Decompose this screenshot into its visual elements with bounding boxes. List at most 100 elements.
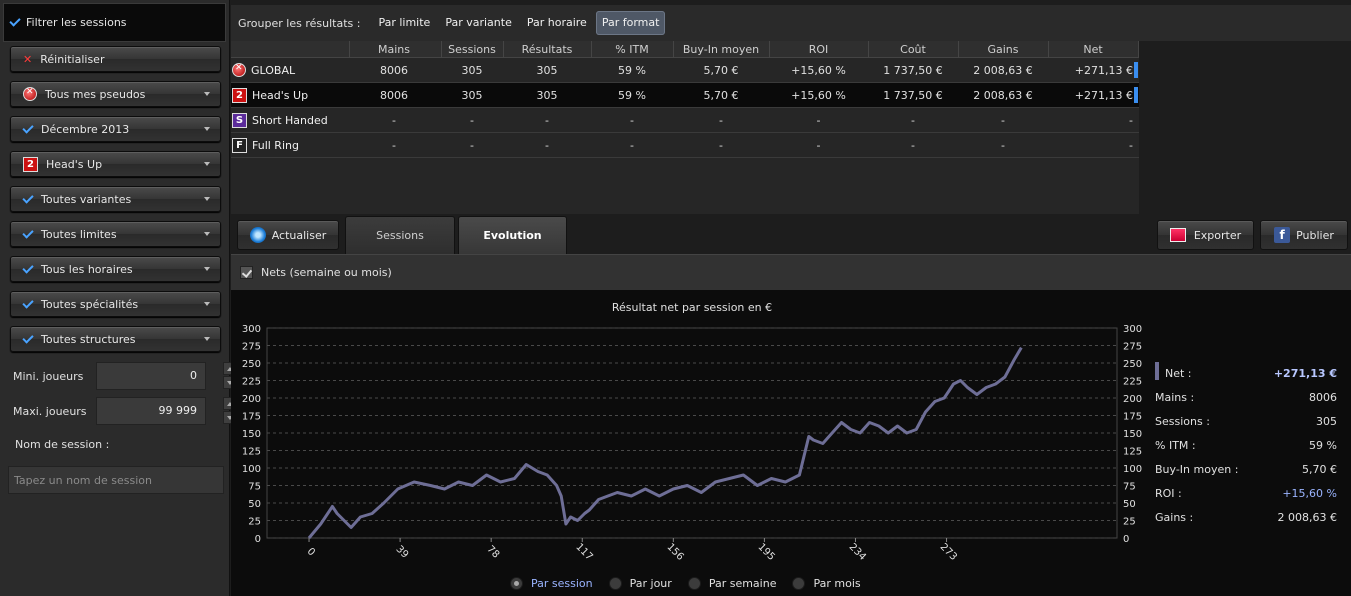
min-players-input[interactable]: 0: [96, 362, 206, 390]
stat-value: 59 %: [1309, 439, 1337, 452]
chevron-down-icon: [204, 267, 210, 271]
y-tick-label-left: 300: [242, 324, 261, 335]
min-players-row: Mini. joueurs 0: [10, 362, 235, 390]
view-option-radio[interactable]: Par semaine: [687, 577, 776, 590]
table-cell: 59 %: [618, 63, 646, 77]
x-tick-label: 156: [664, 542, 685, 563]
nets-checkbox[interactable]: [240, 266, 253, 279]
y-tick-label-right: 300: [1123, 324, 1142, 335]
max-players-input[interactable]: 99 999: [96, 397, 206, 425]
y-tick-label-right: 75: [1123, 482, 1136, 493]
column-header[interactable]: % ITM: [591, 43, 673, 56]
table-cell: -: [545, 138, 549, 152]
view-option-label: Par mois: [813, 577, 861, 590]
column-header[interactable]: Résultats: [503, 43, 591, 56]
variants-dropdown[interactable]: Toutes variantes: [10, 186, 221, 212]
table-cell: +15,60 %: [791, 88, 846, 102]
column-header[interactable]: Buy-In moyen: [673, 43, 769, 56]
structures-dropdown[interactable]: Toutes structures: [10, 326, 221, 352]
stat-label: ROI :: [1155, 487, 1182, 500]
table-cell: -: [911, 113, 915, 127]
table-row[interactable]: F Full Ring - - - - - - - - -: [231, 133, 1139, 158]
group-by-format-button[interactable]: Par format: [595, 11, 666, 35]
stat-label: Mains :: [1155, 391, 1195, 404]
view-option-radio[interactable]: Par session: [510, 577, 593, 590]
filter-sidebar: Filtrer les sessions ✕ Réinitialiser Tou…: [0, 0, 235, 596]
specialties-dropdown[interactable]: Toutes spécialités: [10, 291, 221, 317]
stat-value: 8006: [1309, 391, 1337, 404]
column-header[interactable]: Coût: [868, 43, 958, 56]
group-by-schedule-button[interactable]: Par horaire: [521, 11, 593, 35]
refresh-button[interactable]: Actualiser: [237, 220, 339, 250]
format-name: GLOBAL: [251, 63, 296, 77]
column-header[interactable]: Mains: [349, 43, 439, 56]
y-tick-label-left: 0: [255, 534, 261, 545]
stat-row: Net : +271,13 €: [1155, 362, 1337, 386]
tab-evolution[interactable]: Evolution: [458, 216, 567, 254]
stat-value: +271,13 €: [1273, 367, 1337, 380]
y-tick-label-right: 150: [1123, 429, 1142, 440]
schedules-dropdown[interactable]: Tous les horaires: [10, 256, 221, 282]
y-tick-label-left: 100: [242, 464, 261, 475]
format-name: Full Ring: [252, 138, 299, 152]
chevron-down-icon: [204, 302, 210, 306]
column-header[interactable]: Sessions: [441, 43, 503, 56]
table-cell: -: [392, 113, 396, 127]
column-header[interactable]: ROI: [769, 43, 868, 56]
table-row[interactable]: 2 Head's Up 8006 305 305 59 % 5,70 € +15,60 % 1 …: [231, 83, 1139, 108]
player-icon: [23, 87, 37, 101]
view-mode-options: Par session Par jour Par semaine Par mois: [510, 577, 877, 590]
table-cell: 8006: [380, 63, 408, 77]
row-net-indicator: [1134, 62, 1138, 78]
y-tick-label-right: 100: [1123, 464, 1142, 475]
x-tick-label: 0: [305, 546, 317, 558]
x-icon: ✕: [23, 52, 33, 66]
row-net-indicator: [1134, 87, 1138, 103]
group-by-limit-button[interactable]: Par limite: [372, 11, 436, 35]
stat-label: % ITM :: [1155, 439, 1196, 452]
filter-sessions-toggle[interactable]: Filtrer les sessions: [3, 3, 226, 42]
chevron-down-icon: [204, 232, 210, 236]
stat-row: Sessions : 305: [1155, 410, 1337, 434]
group-by-variant-button[interactable]: Par variante: [439, 11, 518, 35]
table-row[interactable]: GLOBAL 8006 305 305 59 % 5,70 € +15,60 % 1 737,…: [231, 58, 1139, 83]
x-tick-label: 39: [393, 544, 410, 561]
view-option-radio[interactable]: Par jour: [608, 577, 672, 590]
table-row[interactable]: S Short Handed - - - - - - - - -: [231, 108, 1139, 133]
y-tick-label-left: 275: [242, 342, 261, 353]
table-cell: 2 008,63 €: [973, 88, 1033, 102]
view-option-radio[interactable]: Par mois: [792, 577, 861, 590]
y-tick-label-right: 275: [1123, 342, 1142, 353]
table-cell: -: [719, 138, 723, 152]
table-cell: 5,70 €: [703, 88, 739, 102]
format-dropdown[interactable]: 2 Head's Up: [10, 151, 221, 177]
table-cell: -: [630, 113, 634, 127]
reset-button[interactable]: ✕ Réinitialiser: [10, 46, 221, 72]
radio-icon: [510, 577, 523, 590]
view-option-label: Par jour: [629, 577, 672, 590]
tab-sessions[interactable]: Sessions: [345, 216, 455, 254]
table-cell: +271,13 €: [1074, 88, 1133, 102]
column-header[interactable]: Net: [1048, 43, 1138, 56]
session-name-label: Nom de session :: [15, 438, 110, 451]
table-cell: -: [1001, 113, 1005, 127]
check-icon: [22, 121, 34, 134]
session-name-input[interactable]: [8, 466, 224, 494]
pseudos-dropdown[interactable]: Tous mes pseudos: [10, 81, 221, 107]
format-name-cell: S Short Handed: [231, 112, 349, 128]
export-icon: [1169, 228, 1186, 242]
max-players-row: Maxi. joueurs 99 999: [10, 397, 235, 425]
stat-value: 305: [1316, 415, 1337, 428]
max-players-label: Maxi. joueurs: [13, 404, 87, 418]
x-tick-label: 117: [573, 542, 594, 563]
limits-dropdown[interactable]: Toutes limites: [10, 221, 221, 247]
table-cell: 2 008,63 €: [973, 63, 1033, 77]
period-dropdown[interactable]: Décembre 2013: [10, 116, 221, 142]
publish-button[interactable]: f Publier: [1260, 220, 1348, 250]
stat-value: +15,60 %: [1282, 487, 1337, 500]
column-header[interactable]: Gains: [958, 43, 1048, 56]
check-icon: [22, 296, 34, 309]
export-button[interactable]: Exporter: [1157, 220, 1254, 250]
table-cell: 305: [536, 63, 558, 77]
format-name: Short Handed: [252, 113, 328, 127]
